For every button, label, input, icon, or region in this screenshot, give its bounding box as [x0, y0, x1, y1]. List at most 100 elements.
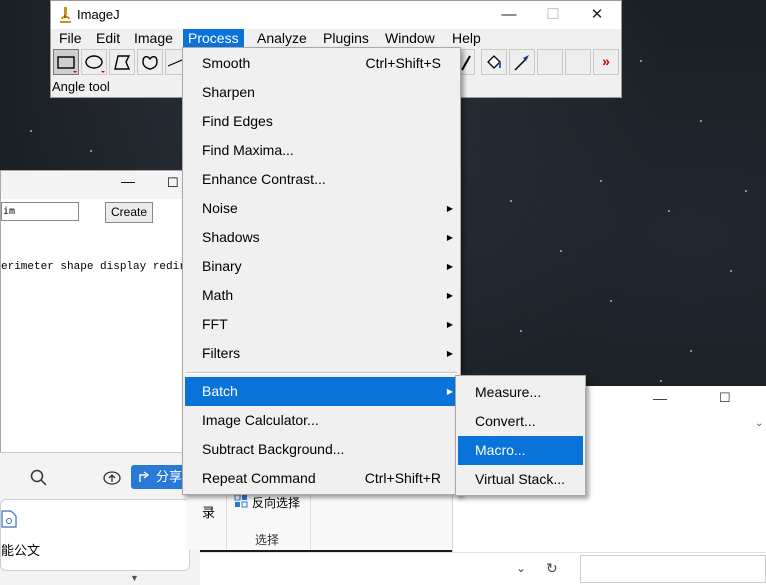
expand-ribbon-icon[interactable]: ⌄: [755, 418, 763, 429]
freehand-tool[interactable]: [137, 49, 163, 75]
flood-fill-tool[interactable]: [481, 49, 507, 75]
invert-selection-button[interactable]: 反向选择: [252, 494, 300, 511]
menu-analyze[interactable]: Analyze: [252, 29, 312, 48]
submenu-arrow-icon: ▶: [446, 349, 453, 358]
blank-tool-slot[interactable]: [565, 49, 591, 75]
line-tool[interactable]: [165, 49, 183, 75]
submenu-arrow-icon: ▶: [446, 204, 453, 213]
menu-process[interactable]: Process: [183, 29, 244, 48]
menu-item-filters[interactable]: Filters ▶: [185, 339, 458, 368]
menu-item-binary[interactable]: Binary ▶: [185, 252, 458, 281]
menu-item-shadows[interactable]: Shadows ▶: [185, 223, 458, 252]
menu-item-label: Shadows: [202, 229, 260, 245]
chevron-down-icon[interactable]: ⌄: [516, 561, 526, 575]
ribbon-group-select-label: 选择: [255, 533, 280, 547]
submenu-arrow-icon: ▶: [446, 291, 453, 300]
upload-icon[interactable]: [103, 469, 121, 487]
menu-item-sharpen[interactable]: Sharpen: [185, 78, 458, 107]
submenu-item-convert[interactable]: Convert...: [458, 407, 583, 436]
process-menu: Smooth Ctrl+Shift+S Sharpen Find Edges F…: [182, 47, 461, 495]
arrow-tool[interactable]: [509, 49, 535, 75]
imagej-titlebar: ImageJ — ☐ ✕: [51, 1, 621, 29]
name-field[interactable]: im: [1, 202, 79, 221]
create-button[interactable]: Create: [105, 202, 153, 223]
menu-item-noise[interactable]: Noise ▶: [185, 194, 458, 223]
window-title: ImageJ: [77, 7, 120, 22]
minimize-icon[interactable]: —: [653, 390, 667, 406]
menu-item-label: Smooth: [202, 55, 251, 71]
freehand-icon: [142, 56, 158, 70]
menu-item-label: Macro...: [475, 442, 526, 458]
document-icon: [1, 510, 17, 528]
maximize-icon[interactable]: ☐: [167, 175, 179, 191]
menu-item-shortcut: Ctrl+Shift+R: [364, 470, 441, 486]
scroll-down-icon[interactable]: ▼: [130, 573, 139, 583]
menu-plugins[interactable]: Plugins: [318, 29, 374, 48]
rectangle-tool[interactable]: [53, 49, 79, 75]
blank-tool-slot[interactable]: [537, 49, 563, 75]
oval-tool[interactable]: [81, 49, 107, 75]
menu-item-label: Measure...: [475, 384, 542, 400]
minimize-icon[interactable]: —: [121, 173, 135, 189]
menu-item-label: Convert...: [475, 413, 536, 429]
background-editor-window: — ☐ im Create erimeter shape display red…: [0, 170, 200, 454]
ribbon-label-record: 录: [202, 505, 216, 520]
menu-item-label: Binary: [202, 258, 242, 274]
menu-item-batch[interactable]: Batch ▶: [185, 377, 458, 406]
menu-item-label: Virtual Stack...: [475, 471, 566, 487]
menu-item-find-maxima[interactable]: Find Maxima...: [185, 136, 458, 165]
paint-bucket-icon: [487, 55, 501, 69]
line-icon: [167, 59, 183, 67]
menu-item-smooth[interactable]: Smooth Ctrl+Shift+S: [185, 49, 458, 78]
batch-submenu: Measure... Convert... Macro... Virtual S…: [455, 375, 586, 496]
submenu-arrow-icon: ▶: [446, 233, 453, 242]
menu-item-label: Math: [202, 287, 234, 303]
refresh-icon[interactable]: ↻: [546, 560, 558, 577]
menu-item-label: Find Edges: [202, 113, 273, 129]
menu-item-subtract-background[interactable]: Subtract Background...: [185, 435, 458, 464]
file-card[interactable]: 能公文: [0, 499, 190, 571]
menu-item-label: Repeat Command: [202, 470, 316, 486]
editor-text-line: erimeter shape display redirec: [1, 261, 200, 273]
menu-image[interactable]: Image: [129, 29, 178, 48]
submenu-item-macro[interactable]: Macro...: [458, 436, 583, 465]
menu-item-math[interactable]: Math ▶: [185, 281, 458, 310]
menu-window[interactable]: Window: [380, 29, 440, 48]
menu-help[interactable]: Help: [447, 29, 486, 48]
rectangle-icon: [57, 56, 77, 73]
menu-item-label: Find Maxima...: [202, 142, 294, 158]
search-icon[interactable]: [30, 469, 48, 487]
search-input[interactable]: [580, 555, 766, 583]
submenu-arrow-icon: ▶: [446, 262, 453, 271]
submenu-item-virtual-stack[interactable]: Virtual Stack...: [458, 465, 583, 494]
address-bar-row: ⌄ ↻: [200, 552, 766, 585]
maximize-icon[interactable]: ☐: [719, 390, 731, 406]
microscope-icon: [60, 7, 71, 23]
menu-item-label: Sharpen: [202, 84, 255, 100]
invert-selection-icon: [234, 494, 248, 508]
polygon-tool[interactable]: [109, 49, 135, 75]
polygon-icon: [114, 55, 131, 70]
menu-item-label: Image Calculator...: [202, 412, 319, 428]
menu-item-find-edges[interactable]: Find Edges: [185, 107, 458, 136]
share-label: 分享: [156, 469, 183, 484]
menu-item-repeat-command[interactable]: Repeat Command Ctrl+Shift+R: [185, 464, 458, 493]
maximize-button[interactable]: ☐: [531, 1, 575, 29]
menu-item-label: Filters: [202, 345, 241, 361]
menu-item-fft[interactable]: FFT ▶: [185, 310, 458, 339]
minimize-button[interactable]: —: [487, 1, 531, 29]
menu-file[interactable]: File: [54, 29, 87, 48]
menu-item-label: FFT: [202, 316, 228, 332]
file-manager-panel: 分享 能公文 ▼: [0, 452, 200, 585]
menu-item-label: Enhance Contrast...: [202, 171, 326, 187]
close-button[interactable]: ✕: [575, 1, 619, 29]
menu-item-enhance-contrast[interactable]: Enhance Contrast...: [185, 165, 458, 194]
submenu-item-measure[interactable]: Measure...: [458, 378, 583, 407]
share-button[interactable]: 分享: [131, 465, 185, 489]
oval-icon: [85, 55, 105, 73]
menu-item-image-calculator[interactable]: Image Calculator...: [185, 406, 458, 435]
arrow-icon: [514, 55, 529, 71]
menu-edit[interactable]: Edit: [91, 29, 125, 48]
more-tools-button[interactable]: »: [593, 49, 619, 75]
menu-separator: [186, 372, 457, 374]
